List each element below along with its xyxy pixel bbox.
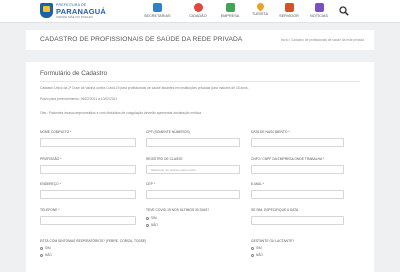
profession-input[interactable] [40,165,136,174]
nav-label: SECRETARIAS [144,14,171,18]
cep-input[interactable] [146,190,240,199]
birth-date-label: DATA DE NASCIMENTO * [251,130,290,134]
email-label: E-MAIL * [251,182,265,186]
covid-no-radio[interactable]: NÃO [146,223,158,227]
covid-yes-label: SIM [151,216,157,220]
logo-line-3: CIDADE MÃE DO PARANÁ [56,15,93,19]
cnpj-label: CNPJ / CNPF DA EMPRESA ONDE TRABALHA * [251,157,325,161]
nav-label: EMPRESA [220,14,240,18]
nav-empresa[interactable]: EMPRESA [217,3,243,21]
symptoms-yes-radio[interactable]: SIM [40,246,51,250]
profession-label: PROFISSÃO * [40,157,62,161]
pregnant-yes-label: SIM [256,246,262,250]
divider [40,81,360,82]
radio-circle-icon [146,223,149,227]
nav-label: NOTÍCIAS [310,14,328,18]
registry-file-input[interactable]: Selecione um arquivo para enviar [146,165,240,174]
symptoms-question-label: ESTÁ COM SINTOMAS RESPIRATÓRIOS? (FEBRE,… [40,239,147,243]
covid-date-label: SE SIM, ESPECIFIQUE A DATA [251,208,299,212]
pregnant-question-label: GESTANTE OU LACTANTE? [251,239,295,243]
covid-yes-radio[interactable]: SIM [146,216,157,220]
page-title-bar: CADASTRO DE PROFISSIONAIS DE SAÚDE DA RE… [26,30,374,50]
symptoms-yes-label: SIM [45,246,51,250]
symptoms-no-label: NÃO [45,253,52,257]
covid-no-label: NÃO [151,223,158,227]
covid-question-label: TEVE COVID-19 NOS ÚLTIMOS 30 DIAS? [146,208,210,212]
symptoms-no-radio[interactable]: NÃO [40,253,52,257]
pregnant-no-label: NÃO [256,253,263,257]
nav-label: CIDADÃO [189,14,207,18]
map-pin-icon [255,1,265,12]
birth-date-input[interactable] [251,138,344,147]
full-name-input[interactable] [40,138,136,147]
coat-of-arms-icon [40,3,53,18]
registry-label: REGISTRO DE CLASSE [146,157,183,161]
nav-secretarias[interactable]: SECRETARIAS [144,3,171,21]
form-deadline-text: Prazo para preenchimento: 05/02/2021 a 1… [40,97,118,101]
nav-label: SERVIDOR [279,14,299,18]
registration-form: Formulário de Cadastro Cadastro Único da… [26,62,374,272]
search-icon[interactable] [339,6,349,16]
full-name-label: NOME COMPLETO * [40,130,72,134]
form-title: Formulário de Cadastro [40,70,108,77]
radio-circle-icon [146,216,149,220]
pregnant-yes-radio[interactable]: SIM [251,246,262,250]
nav-noticias[interactable]: NOTÍCIAS [306,3,332,21]
people-icon [193,3,203,12]
form-note-text: Obs.: Pacientes imunocomprometidos e com… [40,111,203,115]
nav-servidor[interactable]: SERVIDOR [276,3,302,21]
email-input[interactable] [251,190,344,199]
newspaper-icon [314,3,324,12]
radio-circle-icon [251,246,254,250]
top-navigation-bar: PREFEITURA DE PARANAGUÁ CIDADE MÃE DO PA… [0,0,400,23]
cpf-label: CPF (SOMENTE NÚMEROS) [146,130,190,134]
phone-label: TELEFONE * [40,208,60,212]
form-info-text: Cadastro Único da 2ª Dose da Vacina cont… [40,86,249,90]
address-input[interactable] [40,190,136,199]
pregnant-no-radio[interactable]: NÃO [251,253,263,257]
cep-label: CEP * [146,182,155,186]
id-card-icon [284,3,294,12]
briefcase-icon [225,3,235,12]
address-label: ENDEREÇO * [40,182,61,186]
cpf-input[interactable] [146,138,240,147]
page-title: CADASTRO DE PROFISSIONAIS DE SAÚDE DA RE… [40,36,243,43]
registry-placeholder: Selecione um arquivo para enviar [151,168,196,173]
radio-circle-icon [40,253,43,257]
building-icon [152,3,162,12]
breadcrumb[interactable]: Início / Cadastro de profissionais de sa… [281,38,364,42]
nav-label: TURISTA [252,12,268,16]
prefeitura-logo[interactable]: PREFEITURA DE PARANAGUÁ CIDADE MÃE DO PA… [40,3,106,19]
nav-cidadao[interactable]: CIDADÃO [185,3,211,21]
phone-input[interactable] [40,216,136,225]
cnpj-input[interactable] [251,165,344,174]
radio-circle-icon [251,253,254,257]
covid-date-input[interactable] [251,216,344,225]
nav-turista[interactable]: TURISTA [247,1,273,21]
radio-circle-icon [40,246,43,250]
